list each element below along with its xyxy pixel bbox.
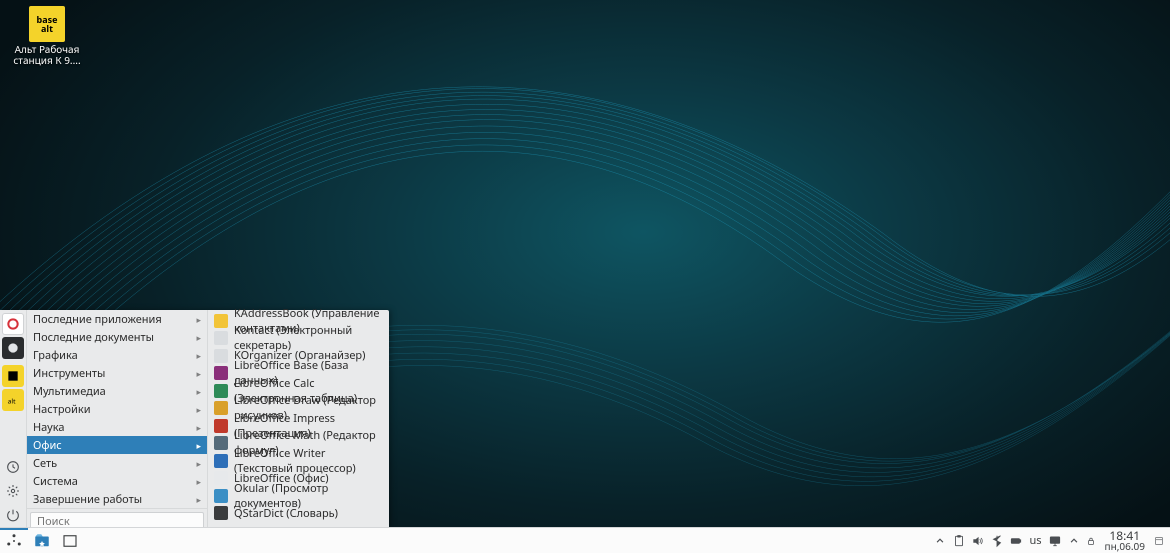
chevron-right-icon: ▸ (196, 475, 201, 488)
menu-category-label: Графика (33, 348, 78, 363)
desktop-wallpaper[interactable]: base alt Альт Рабочая станция К 9.... al… (0, 0, 1170, 553)
app-icon (214, 506, 228, 520)
menu-category-label: Инструменты (33, 366, 105, 381)
clock[interactable]: 18:41 пн,06.09 (1099, 530, 1151, 552)
menu-category-label: Последние документы (33, 330, 154, 345)
menu-categories: Последние приложения▸Последние документы… (27, 310, 208, 527)
menu-category-item[interactable]: Последние документы ▸ (27, 328, 207, 346)
menu-apps: KAddressBook (Управление контактами)Kont… (208, 310, 389, 527)
network-icon[interactable] (1046, 528, 1064, 553)
file-manager-button[interactable] (28, 528, 56, 553)
chevron-right-icon: ▸ (196, 439, 201, 452)
menu-category-item[interactable]: Последние приложения ▸ (27, 310, 207, 328)
menu-category-label: Мультимедиа (33, 384, 106, 399)
tray-expand-icon-2[interactable] (1065, 528, 1083, 553)
app-icon (214, 419, 228, 433)
menu-app-label: QStarDict (Словарь) (234, 506, 338, 521)
menu-category-label: Завершение работы (33, 492, 142, 507)
basealt-icon: base alt (29, 6, 65, 42)
fav-app-4[interactable]: alt (2, 389, 24, 411)
svg-text:alt: alt (8, 396, 16, 405)
fav-app-2[interactable] (2, 337, 24, 359)
history-icon[interactable] (2, 456, 24, 478)
menu-category-item[interactable]: Сеть ▸ (27, 454, 207, 472)
fav-app-1[interactable] (2, 313, 24, 335)
fav-app-3[interactable] (2, 365, 24, 387)
chevron-right-icon: ▸ (196, 385, 201, 398)
chevron-right-icon: ▸ (196, 331, 201, 344)
menu-app-item[interactable]: Okular (Просмотр документов) (208, 487, 389, 505)
menu-category-item[interactable]: Графика ▸ (27, 346, 207, 364)
menu-category-item[interactable]: Офис ▸ (27, 436, 207, 454)
app-icon (214, 471, 228, 485)
app-icon (214, 489, 228, 503)
menu-category-item[interactable]: Система ▸ (27, 472, 207, 490)
app-icon (214, 401, 228, 415)
menu-category-label: Офис (33, 438, 62, 453)
app-icon (214, 366, 228, 380)
app-icon (214, 454, 228, 468)
clock-date: пн,06.09 (1105, 541, 1145, 552)
desktop-pager[interactable] (56, 528, 84, 553)
app-icon (214, 331, 228, 345)
menu-category-label: Система (33, 474, 78, 489)
chevron-right-icon: ▸ (196, 313, 201, 326)
chevron-right-icon: ▸ (196, 403, 201, 416)
volume-icon[interactable] (969, 528, 987, 553)
menu-app-item[interactable]: Kontact (Электронный секретарь) (208, 330, 389, 348)
battery-icon[interactable] (1007, 528, 1025, 553)
menu-favorites-strip: alt (0, 310, 27, 527)
show-desktop-button[interactable] (1152, 531, 1166, 551)
menu-category-item[interactable]: Инструменты ▸ (27, 364, 207, 382)
launcher-button[interactable] (0, 528, 28, 553)
menu-category-item[interactable]: Завершение работы ▸ (27, 490, 207, 508)
desktop-icon-label: Альт Рабочая станция К 9.... (12, 44, 82, 66)
menu-category-label: Настройки (33, 402, 91, 417)
app-icon (214, 349, 228, 363)
chevron-right-icon: ▸ (196, 457, 201, 470)
power-icon[interactable] (2, 504, 24, 526)
bluetooth-icon[interactable] (988, 528, 1006, 553)
chevron-right-icon: ▸ (196, 349, 201, 362)
app-icon (214, 314, 228, 328)
desktop-icon-basealt[interactable]: base alt Альт Рабочая станция К 9.... (12, 6, 82, 66)
chevron-right-icon: ▸ (196, 367, 201, 380)
menu-category-item[interactable]: Мультимедиа ▸ (27, 382, 207, 400)
lock-icon (1084, 535, 1098, 547)
keyboard-layout-indicator[interactable]: us (1026, 533, 1044, 548)
menu-category-item[interactable]: Наука ▸ (27, 418, 207, 436)
clipboard-icon[interactable] (950, 528, 968, 553)
chevron-right-icon: ▸ (196, 421, 201, 434)
app-icon (214, 436, 228, 450)
settings-icon[interactable] (2, 480, 24, 502)
tray-expand-icon[interactable] (931, 528, 949, 553)
menu-category-label: Последние приложения (33, 312, 162, 327)
chevron-right-icon: ▸ (196, 493, 201, 506)
application-menu: alt Последние приложения▸Последние докум… (0, 310, 389, 527)
menu-category-label: Наука (33, 420, 65, 435)
menu-category-item[interactable]: Настройки ▸ (27, 400, 207, 418)
taskbar: us 18:41 пн,06.09 (0, 527, 1170, 553)
app-icon (214, 384, 228, 398)
menu-category-label: Сеть (33, 456, 57, 471)
menu-app-item[interactable]: LibreOffice Writer (Текстовый процессор) (208, 452, 389, 470)
